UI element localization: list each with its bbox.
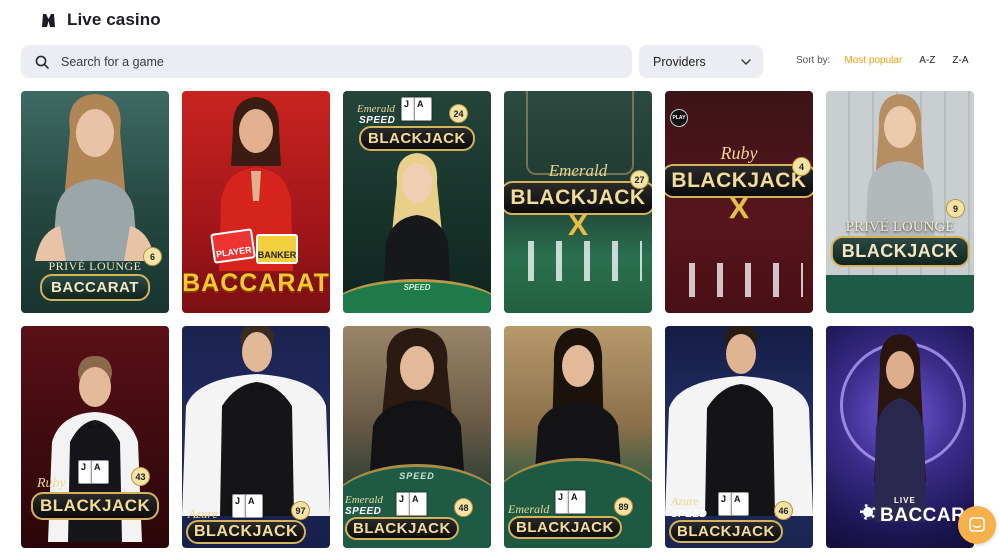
game-card[interactable]: PRIVÉ LOUNGE BACCARAT 6 xyxy=(21,91,169,313)
chat-button[interactable] xyxy=(958,506,996,544)
game-card[interactable]: JA Azure SPEED BLACKJACK 46 xyxy=(665,326,813,548)
seats-badge: 24 xyxy=(449,104,468,123)
sort-label: Sort by: xyxy=(796,55,831,66)
game-card[interactable]: PLAYER BANKER BACCARAT xyxy=(182,91,330,313)
seats-badge: 27 xyxy=(630,170,649,189)
play-corner: PLAY xyxy=(670,109,688,127)
chip-icon xyxy=(860,504,876,520)
seats-badge: 97 xyxy=(291,501,310,520)
seats-badge: 46 xyxy=(774,501,793,520)
table-felt xyxy=(826,275,974,313)
table-cards xyxy=(514,241,642,281)
game-logo: Emerald SPEED BLACKJACK xyxy=(345,494,459,540)
game-card[interactable]: JA Ruby BLACKJACK 43 xyxy=(21,326,169,548)
dealer-image xyxy=(665,326,813,516)
dealer-image xyxy=(369,328,465,486)
felt-label: SPEED xyxy=(403,283,431,292)
sort-z-a[interactable]: Z-A xyxy=(952,55,968,66)
game-card[interactable]: PLAY Ruby BLACKJACK X 4 xyxy=(665,91,813,313)
dealer-image xyxy=(874,334,926,522)
search-icon xyxy=(35,55,49,69)
game-card[interactable]: SPEED JA Emerald SPEED BLACKJACK 48 xyxy=(343,326,491,548)
game-card[interactable]: LIVE BACCARAT xyxy=(826,326,974,548)
game-logo: PRIVÉ LOUNGE BACCARAT xyxy=(40,259,150,301)
sort-options: Sort by: Most popular A-Z Z-A xyxy=(796,55,969,66)
dealer-image xyxy=(35,94,155,261)
search-bar[interactable] xyxy=(21,45,632,78)
page-header: Live casino xyxy=(40,10,161,30)
seats-badge: 48 xyxy=(454,498,473,517)
game-logo: BACCARAT xyxy=(182,269,330,297)
game-card[interactable]: SPEED JA Emerald SPEED BLACKJACK 24 xyxy=(343,91,491,313)
seats-badge: 9 xyxy=(946,199,965,218)
seats-badge: 6 xyxy=(143,247,162,266)
sort-most-popular[interactable]: Most popular xyxy=(844,55,902,66)
game-card[interactable]: JA Emerald BLACKJACK 89 xyxy=(504,326,652,548)
chevron-down-icon xyxy=(741,58,751,65)
game-logo: Ruby BLACKJACK X xyxy=(665,143,813,226)
chat-icon xyxy=(969,517,985,532)
search-input[interactable] xyxy=(59,53,583,70)
providers-label: Providers xyxy=(653,54,706,69)
game-logo: PRIVÉ LOUNGE BLACKJACK xyxy=(830,219,970,267)
providers-dropdown[interactable]: Providers xyxy=(639,45,763,78)
seats-badge: 4 xyxy=(792,157,811,176)
game-card[interactable]: PRIVÉ LOUNGE BLACKJACK 9 xyxy=(826,91,974,313)
table-cards xyxy=(675,263,803,297)
banker-tag: BANKER xyxy=(256,234,298,264)
sort-a-z[interactable]: A-Z xyxy=(919,55,935,66)
player-tag: PLAYER xyxy=(210,228,256,264)
game-logo: Emerald BLACKJACK X xyxy=(504,161,652,243)
vest-icon xyxy=(40,12,57,29)
seats-badge: 43 xyxy=(131,467,150,486)
seats-badge: 89 xyxy=(614,497,633,516)
game-card[interactable]: JA Azure BLACKJACK 97 xyxy=(182,326,330,548)
game-card[interactable]: Emerald BLACKJACK X 27 xyxy=(504,91,652,313)
game-logo: Azure SPEED BLACKJACK xyxy=(669,494,783,543)
felt-label: SPEED xyxy=(399,471,435,481)
game-logo: Emerald BLACKJACK xyxy=(508,502,622,539)
page-title: Live casino xyxy=(67,10,161,29)
dealer-image xyxy=(182,326,330,516)
